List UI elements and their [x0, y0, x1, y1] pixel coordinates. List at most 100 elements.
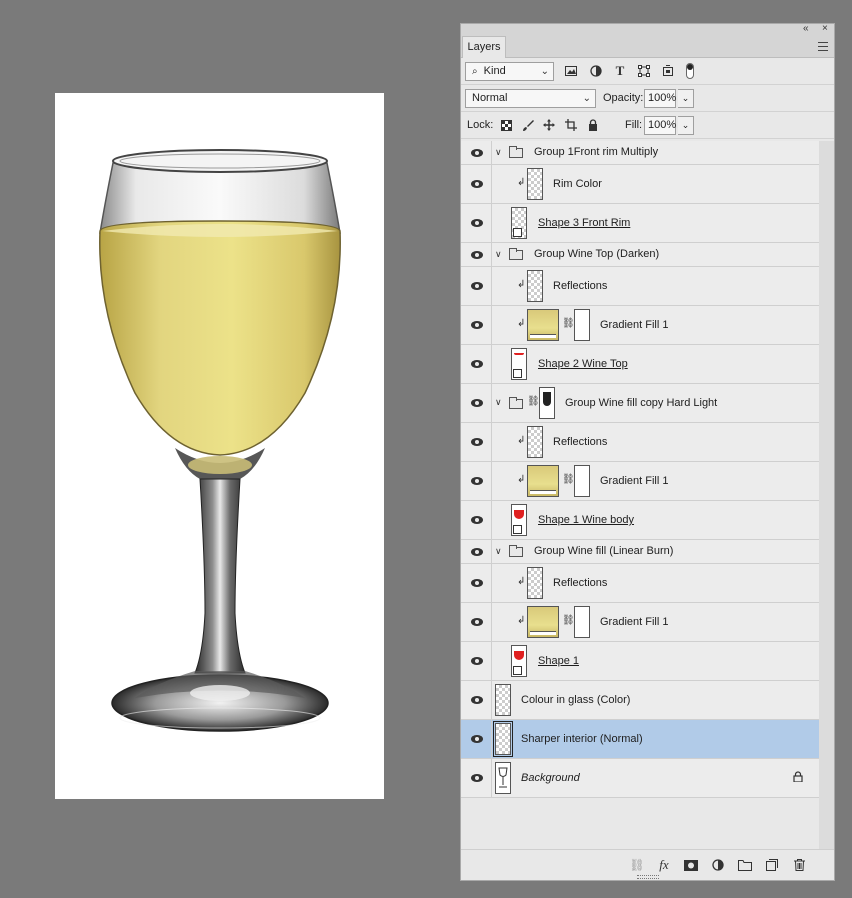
eye-icon: [471, 774, 483, 782]
fill-chevron-icon[interactable]: ⌄: [678, 116, 694, 135]
chain-link-icon[interactable]: ⛓: [527, 396, 540, 407]
eye-icon: [471, 735, 483, 743]
chevron-down-icon[interactable]: ∨: [495, 249, 502, 260]
visibility-toggle[interactable]: [461, 306, 492, 344]
opacity-input[interactable]: 100%: [644, 89, 676, 108]
chain-link-icon[interactable]: ⛓: [562, 615, 575, 626]
lock-position-icon[interactable]: [540, 116, 558, 134]
opacity-chevron-icon[interactable]: ⌄: [678, 89, 694, 108]
layer-row[interactable]: Shape 1: [461, 642, 819, 681]
document-canvas[interactable]: [55, 93, 384, 799]
adjustment-filter-icon[interactable]: [587, 62, 605, 80]
filter-row: ⌕ Kind ⌄ T: [461, 58, 834, 85]
visibility-toggle[interactable]: [461, 141, 492, 164]
lock-icon[interactable]: [793, 771, 803, 785]
layer-row[interactable]: ↲ ⛓ Gradient Fill 1: [461, 306, 819, 345]
visibility-toggle[interactable]: [461, 720, 492, 758]
layer-row[interactable]: Colour in glass (Color): [461, 681, 819, 720]
layer-row[interactable]: Background: [461, 759, 819, 798]
blend-mode-dropdown[interactable]: Normal ⌄: [465, 89, 596, 108]
eye-icon: [471, 321, 483, 329]
layer-name: Shape 3 Front Rim: [538, 217, 631, 229]
layer-row[interactable]: Shape 1 Wine body: [461, 501, 819, 540]
collapse-icon[interactable]: «: [803, 23, 809, 35]
visibility-toggle[interactable]: [461, 204, 492, 242]
clipping-mask-icon: ↲: [517, 318, 526, 329]
visibility-toggle[interactable]: [461, 642, 492, 680]
layer-row[interactable]: ∨ Group Wine fill (Linear Burn): [461, 540, 819, 564]
chevron-down-icon[interactable]: ∨: [495, 147, 502, 158]
visibility-toggle[interactable]: [461, 540, 492, 563]
resize-grip[interactable]: [637, 875, 659, 879]
eye-icon: [471, 516, 483, 524]
eye-icon: [471, 399, 483, 407]
adjustment-layer-icon[interactable]: [709, 856, 727, 874]
visibility-toggle[interactable]: [461, 267, 492, 305]
visibility-toggle[interactable]: [461, 345, 492, 383]
layer-mask-thumbnail[interactable]: [574, 309, 590, 341]
close-icon[interactable]: ×: [822, 23, 828, 35]
clipping-mask-icon: ↲: [517, 474, 526, 485]
fx-icon[interactable]: fx: [655, 856, 673, 874]
gradient-thumbnail: [527, 465, 559, 497]
layer-name: Rim Color: [553, 178, 602, 190]
lock-artboard-icon[interactable]: [562, 116, 580, 134]
layer-name: Group Wine fill copy Hard Light: [565, 397, 718, 409]
chain-link-icon[interactable]: ⛓: [562, 318, 575, 329]
link-layers-icon[interactable]: ⛓: [628, 856, 646, 874]
new-layer-icon[interactable]: [763, 856, 781, 874]
layer-row[interactable]: Shape 2 Wine Top: [461, 345, 819, 384]
visibility-toggle[interactable]: [461, 759, 492, 797]
eye-icon: [471, 477, 483, 485]
layer-row[interactable]: ↲ Rim Color: [461, 165, 819, 204]
visibility-toggle[interactable]: [461, 501, 492, 539]
visibility-toggle[interactable]: [461, 681, 492, 719]
panel-title-bar[interactable]: « ×: [461, 23, 834, 36]
lock-image-pixels-icon[interactable]: [519, 116, 537, 134]
visibility-toggle[interactable]: [461, 564, 492, 602]
image-filter-icon[interactable]: [562, 62, 580, 80]
layer-row[interactable]: ↲ Reflections: [461, 423, 819, 462]
add-mask-icon[interactable]: [682, 856, 700, 874]
folder-icon: [509, 397, 523, 409]
filter-toggle-icon[interactable]: [681, 62, 699, 80]
vector-mask-icon: [513, 369, 522, 378]
filter-kind-dropdown[interactable]: ⌕ Kind ⌄: [465, 62, 554, 81]
visibility-toggle[interactable]: [461, 462, 492, 500]
layer-row[interactable]: ∨ Group 1Front rim Multiply: [461, 141, 819, 165]
type-filter-icon[interactable]: T: [611, 62, 629, 80]
shape-filter-icon[interactable]: [635, 62, 653, 80]
lock-all-icon[interactable]: [584, 116, 602, 134]
delete-layer-icon[interactable]: [790, 856, 808, 874]
visibility-toggle[interactable]: [461, 243, 492, 266]
layer-mask-thumbnail[interactable]: [574, 606, 590, 638]
lock-transparent-pixels-icon[interactable]: [497, 116, 515, 134]
visibility-toggle[interactable]: [461, 165, 492, 203]
layer-row[interactable]: ↲ Reflections: [461, 564, 819, 603]
chevron-down-icon[interactable]: ∨: [495, 397, 502, 408]
smart-object-filter-icon[interactable]: [659, 62, 677, 80]
layer-row-selected[interactable]: Sharper interior (Normal): [461, 720, 819, 759]
layer-row[interactable]: ↲ Reflections: [461, 267, 819, 306]
lock-row: Lock: Fill: 100% ⌄: [461, 112, 834, 139]
chevron-down-icon[interactable]: ∨: [495, 546, 502, 557]
layer-mask-thumbnail[interactable]: [574, 465, 590, 497]
layer-row[interactable]: ↲ ⛓ Gradient Fill 1: [461, 462, 819, 501]
chain-link-icon[interactable]: ⛓: [562, 474, 575, 485]
layers-panel: « × Layers ⌕ Kind ⌄ T Normal ⌄ Opacity: …: [460, 23, 835, 881]
eye-icon: [471, 180, 483, 188]
layer-row[interactable]: ∨ ⛓ Group Wine fill copy Hard Light: [461, 384, 819, 423]
layer-row[interactable]: Shape 3 Front Rim: [461, 204, 819, 243]
tab-layers[interactable]: Layers: [462, 36, 506, 58]
visibility-toggle[interactable]: [461, 423, 492, 461]
gradient-thumbnail: [527, 309, 559, 341]
fill-input[interactable]: 100%: [644, 116, 676, 135]
layer-row[interactable]: ↲ ⛓ Gradient Fill 1: [461, 603, 819, 642]
layer-row[interactable]: ∨ Group Wine Top (Darken): [461, 243, 819, 267]
visibility-toggle[interactable]: [461, 603, 492, 641]
panel-menu-icon[interactable]: [818, 42, 828, 51]
new-group-icon[interactable]: [736, 856, 754, 874]
visibility-toggle[interactable]: [461, 384, 492, 422]
layers-scrollbar[interactable]: [819, 141, 834, 851]
blend-mode-value: Normal: [472, 92, 508, 104]
